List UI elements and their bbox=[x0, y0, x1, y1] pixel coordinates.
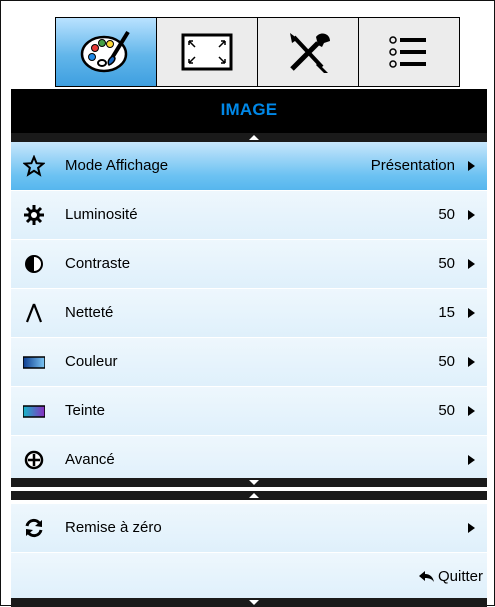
back-arrow-icon bbox=[418, 571, 434, 582]
menu-item-value: 15 bbox=[438, 304, 455, 321]
scroll-up-indicator-2[interactable] bbox=[11, 491, 487, 500]
scroll-down-icon bbox=[249, 600, 259, 605]
menu-item-value: 50 bbox=[438, 255, 455, 272]
menu-item-label: Mode Affichage bbox=[65, 157, 169, 174]
menu-item-label: Remise à zéro bbox=[65, 519, 162, 536]
star-icon bbox=[23, 155, 45, 177]
menu-item-value: 50 bbox=[438, 353, 455, 370]
tab-image[interactable] bbox=[56, 18, 156, 86]
tab-setup[interactable] bbox=[257, 18, 358, 86]
chevron-right-icon bbox=[468, 357, 475, 367]
menu-item-value: 50 bbox=[438, 206, 455, 223]
menu-tabs bbox=[55, 17, 460, 87]
chevron-right-icon bbox=[468, 259, 475, 269]
brightness-icon bbox=[24, 205, 44, 225]
color-icon bbox=[23, 356, 45, 369]
menu-item-label: Contraste bbox=[65, 255, 131, 272]
chevron-right-icon bbox=[468, 161, 475, 171]
menu-item-contrast[interactable]: Contraste 50 bbox=[11, 240, 487, 289]
osd-menu-frame: IMAGE Mode Affichage Présentation Lumino… bbox=[0, 0, 495, 607]
menu-item-value: Présentation bbox=[370, 157, 455, 174]
tools-icon bbox=[290, 33, 330, 73]
tint-icon bbox=[23, 405, 45, 418]
chevron-right-icon bbox=[468, 523, 475, 533]
menu-item-tint[interactable]: Teinte 50 bbox=[11, 387, 487, 436]
menu-item-display-mode[interactable]: Mode Affichage Présentation bbox=[11, 142, 487, 191]
image-menu-list: Mode Affichage Présentation Luminosité 5… bbox=[11, 142, 487, 485]
page-title: IMAGE bbox=[220, 100, 278, 119]
menu-item-label: Luminosité bbox=[65, 206, 138, 223]
scroll-down-icon bbox=[249, 480, 259, 485]
menu-item-label: Couleur bbox=[65, 353, 118, 370]
advanced-plus-icon bbox=[24, 450, 44, 470]
quit-label: Quitter bbox=[437, 568, 483, 585]
menu-item-label: Avancé bbox=[65, 451, 115, 468]
menu-item-label: Netteté bbox=[65, 304, 114, 321]
menu-item-sharpness[interactable]: Netteté 15 bbox=[11, 289, 487, 338]
tab-options[interactable] bbox=[358, 18, 459, 86]
screen-resize-icon bbox=[181, 33, 233, 71]
menu-item-brightness[interactable]: Luminosité 50 bbox=[11, 191, 487, 240]
menu-item-label: Teinte bbox=[65, 402, 106, 419]
contrast-icon bbox=[25, 255, 43, 273]
quit-button[interactable]: Quitter bbox=[418, 568, 483, 585]
scroll-up-indicator[interactable] bbox=[11, 133, 487, 142]
chevron-right-icon bbox=[468, 406, 475, 416]
menu-item-color[interactable]: Couleur 50 bbox=[11, 338, 487, 387]
palette-icon bbox=[80, 30, 130, 73]
footer-bar: Quitter bbox=[11, 553, 487, 598]
tab-display[interactable] bbox=[156, 18, 257, 86]
reset-icon bbox=[25, 518, 43, 538]
scroll-up-icon bbox=[249, 135, 259, 140]
scroll-down-indicator[interactable] bbox=[11, 478, 487, 487]
menu-item-reset[interactable]: Remise à zéro bbox=[11, 504, 487, 553]
chevron-right-icon bbox=[468, 308, 475, 318]
menu-item-value: 50 bbox=[438, 402, 455, 419]
scroll-up-icon bbox=[249, 493, 259, 498]
page-title-bar: IMAGE bbox=[11, 89, 487, 133]
sharpness-icon bbox=[25, 303, 43, 323]
chevron-right-icon bbox=[468, 455, 475, 465]
list-options-icon bbox=[389, 36, 426, 68]
chevron-right-icon bbox=[468, 210, 475, 220]
